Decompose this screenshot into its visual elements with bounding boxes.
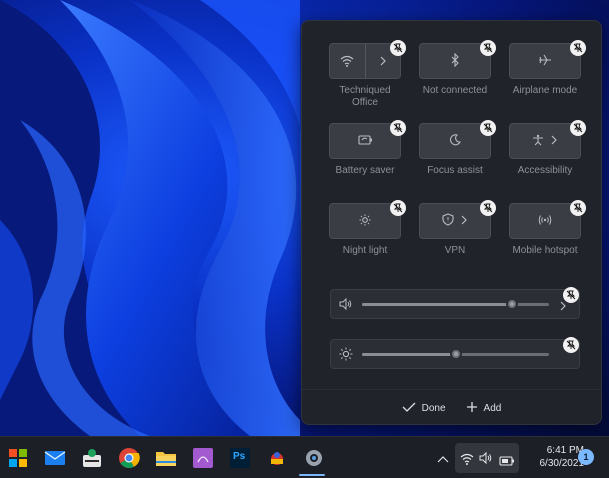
clock[interactable]: 6:41 PM 6/30/2021 [528,444,585,470]
unpin-icon[interactable] [570,40,586,56]
done-button[interactable]: Done [402,401,446,416]
plus-icon [466,401,478,416]
tile-label: Airplane mode [512,85,578,96]
taskbar: Ps 6:41 PM 6/30/2021 1 [0,436,609,478]
battery-icon [499,453,515,471]
unpin-icon[interactable] [570,200,586,216]
tile-label: Night light [342,245,388,256]
date-text: 6/30/2021 [539,458,585,469]
unpin-icon[interactable] [570,120,586,136]
brightness-slider-thumb[interactable] [450,348,462,360]
chrome-icon[interactable] [118,447,140,469]
speaker-icon [479,451,493,470]
sun-icon [359,214,371,229]
mail-icon[interactable] [44,447,66,469]
active-app-indicator [299,474,325,476]
battery-saver-icon [357,134,373,148]
unpin-icon[interactable] [390,200,406,216]
shield-icon [442,213,454,229]
add-label: Add [483,402,502,414]
airplane-icon [538,53,552,70]
tile-wifi: Techniqued Office [329,43,401,109]
hotspot-icon [538,214,552,229]
notification-badge[interactable]: 1 [578,449,594,465]
photoshop-icon[interactable]: Ps [229,447,251,469]
photoshop-label: Ps [233,451,246,462]
time-text: 6:41 PM [546,445,584,456]
tile-label: Techniqued Office [339,85,391,108]
unpin-icon[interactable] [563,337,579,353]
brightness-slider-row [330,339,580,369]
brightness-slider[interactable] [362,348,549,360]
quick-settings-panel: Techniqued Office Not connected Airplane… [301,20,602,425]
accessibility-icon [532,134,544,149]
volume-slider-row [330,289,580,319]
chevron-right-icon[interactable] [550,134,558,148]
speaker-icon[interactable] [339,297,353,316]
snip-icon[interactable] [81,447,103,469]
quick-settings-tray-button[interactable] [455,443,519,473]
unpin-icon[interactable] [480,40,496,56]
tile-label: Battery saver [335,165,395,176]
add-button[interactable]: Add [466,401,502,416]
unpin-icon[interactable] [480,120,496,136]
wifi-icon [330,44,365,78]
misc-app-icon[interactable] [266,447,288,469]
done-label: Done [421,402,446,414]
moon-icon [449,133,461,149]
volume-slider-thumb[interactable] [506,298,518,310]
wifi-icon [460,452,474,470]
unpin-icon[interactable] [390,120,406,136]
app-icon[interactable] [192,447,214,469]
checkmark-icon [402,401,416,416]
unpin-icon[interactable] [563,287,579,303]
start-icon[interactable] [7,447,29,469]
settings-icon[interactable] [303,447,325,469]
bluetooth-icon [450,52,460,70]
unpin-icon[interactable] [480,200,496,216]
tile-label: Mobile hotspot [512,245,578,256]
chevron-up-icon[interactable] [437,451,449,469]
panel-footer: Done Add [302,389,601,426]
tile-label: Accessibility [517,165,573,176]
volume-slider[interactable] [362,298,549,310]
brightness-icon [339,347,353,366]
chevron-right-icon[interactable] [460,214,468,228]
tile-label: Not connected [422,85,488,96]
tile-label: Focus assist [427,165,483,176]
tile-label: VPN [444,245,466,256]
file-explorer-icon[interactable] [155,447,177,469]
unpin-icon[interactable] [390,40,406,56]
